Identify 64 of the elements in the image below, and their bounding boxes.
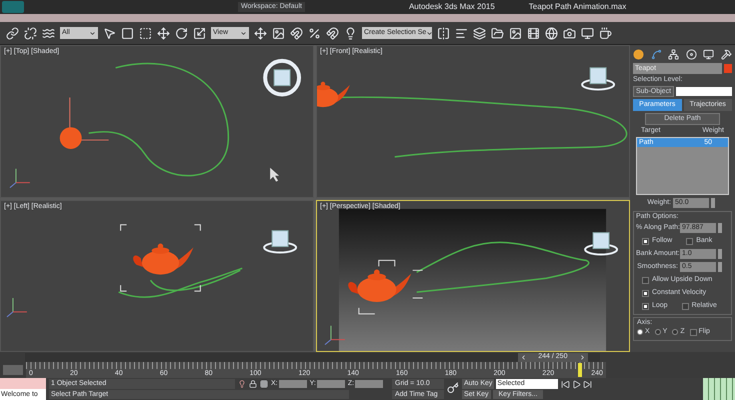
teapot-drawing xyxy=(133,243,194,274)
object-color-swatch[interactable] xyxy=(724,64,732,73)
key-icon[interactable] xyxy=(447,382,459,394)
curve-icon[interactable] xyxy=(650,48,662,60)
folder-icon[interactable] xyxy=(491,26,504,40)
caret-icon[interactable] xyxy=(89,30,96,36)
viewcube-icon xyxy=(581,67,616,91)
coordinate-field[interactable] xyxy=(355,380,384,388)
hammer-icon[interactable] xyxy=(720,48,732,60)
link-icon[interactable] xyxy=(6,26,19,40)
radio-button[interactable] xyxy=(654,329,661,336)
checkbox[interactable] xyxy=(686,238,694,244)
select-icon[interactable] xyxy=(103,26,116,40)
axis-tripod-icon xyxy=(6,297,28,317)
rectangle-select-icon[interactable] xyxy=(121,26,134,40)
scale-icon[interactable] xyxy=(193,26,206,40)
cursor-icon xyxy=(270,168,280,182)
checkbox[interactable] xyxy=(642,238,649,244)
wave-icon[interactable] xyxy=(42,26,55,40)
viewcube-icon xyxy=(263,58,302,96)
layers-icon[interactable] xyxy=(473,26,486,40)
create-sphere-icon[interactable] xyxy=(633,48,644,60)
move-icon[interactable] xyxy=(157,26,170,40)
viewcube-icon xyxy=(584,232,618,255)
window-title: Autodesk 3ds Max 2015 xyxy=(408,1,495,13)
caret-icon[interactable] xyxy=(426,30,434,36)
teapot-drawing xyxy=(348,269,412,302)
selection-bracket-drawing xyxy=(358,259,424,314)
rotate-icon[interactable] xyxy=(175,26,188,40)
maxscript-listener-field xyxy=(0,378,46,389)
window-select-icon[interactable] xyxy=(139,26,152,40)
align-icon[interactable] xyxy=(455,26,468,40)
transform-gizmo-drawing xyxy=(69,96,110,141)
caret-icon[interactable] xyxy=(240,30,247,36)
radio-button[interactable] xyxy=(637,329,643,336)
coordinate-field[interactable] xyxy=(278,380,307,388)
checkbox[interactable] xyxy=(642,302,649,310)
axis-tripod-icon xyxy=(324,324,346,345)
snap-icon[interactable] xyxy=(290,26,303,40)
checkbox[interactable] xyxy=(642,276,649,284)
radio-button[interactable] xyxy=(672,329,678,336)
hierarchy-icon[interactable] xyxy=(668,48,680,60)
axis-tripod-icon xyxy=(9,168,30,188)
go-to-end-icon[interactable] xyxy=(583,380,592,389)
previous-frame-icon[interactable] xyxy=(520,354,527,360)
teapot-drawing xyxy=(60,127,82,149)
unlink-icon[interactable] xyxy=(24,26,37,40)
checkbox[interactable] xyxy=(642,290,649,296)
next-frame-icon[interactable] xyxy=(578,354,586,360)
sub-object-field[interactable] xyxy=(676,87,732,96)
play-icon[interactable] xyxy=(572,380,582,389)
monitor-icon[interactable] xyxy=(703,48,714,60)
mirror-icon[interactable] xyxy=(437,26,450,40)
checkbox[interactable] xyxy=(690,328,697,336)
lock-icon[interactable] xyxy=(249,380,257,388)
coordinate-field[interactable] xyxy=(316,380,345,388)
go-to-start-icon[interactable] xyxy=(561,380,570,389)
current-frame-marker[interactable] xyxy=(578,363,582,377)
percent-snap-icon[interactable] xyxy=(308,26,321,40)
teapot-drawing xyxy=(317,82,350,108)
disc-icon[interactable] xyxy=(686,48,697,60)
checkbox[interactable] xyxy=(682,302,689,310)
file-title: Teapot Path Animation.max xyxy=(528,1,626,13)
viewcube-icon xyxy=(263,230,298,253)
